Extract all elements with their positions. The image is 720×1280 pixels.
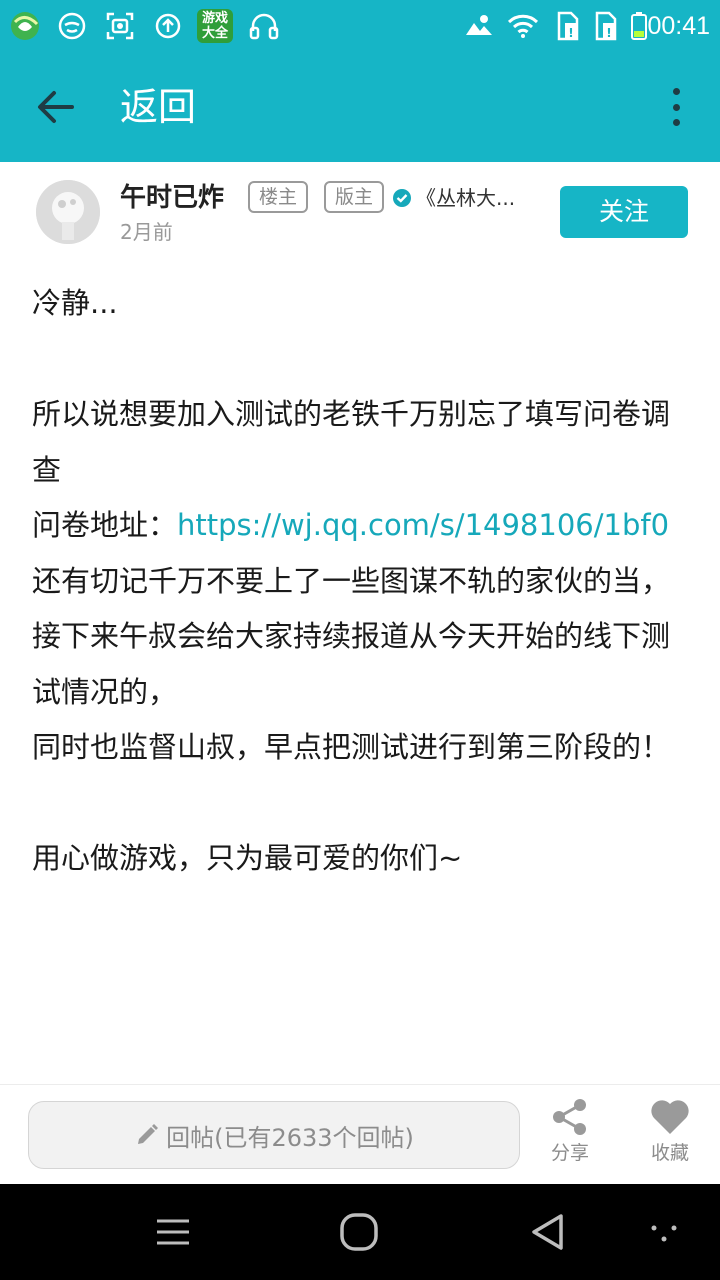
svg-text:!: ! <box>606 26 611 40</box>
upload-icon <box>152 10 184 42</box>
favorite-button[interactable]: 收藏 <box>630 1097 710 1177</box>
page-title[interactable]: 返回 <box>120 80 196 134</box>
heart-icon <box>651 1100 689 1134</box>
back-nav-button[interactable] <box>521 1206 573 1258</box>
game-center-label-2: 大全 <box>201 26 228 41</box>
status-time: 00:41 <box>647 12 710 40</box>
share-icon <box>553 1099 586 1135</box>
svg-text:!: ! <box>568 26 573 40</box>
dots-icon <box>651 1225 677 1242</box>
post-author-header: 午时已炸 楼主 版主 《丛林大... 2月前 关注 <box>0 162 720 262</box>
arrow-left-icon <box>38 91 74 123</box>
reply-placeholder: 回帖(已有2633个回帖) <box>166 1123 414 1152</box>
pencil-icon <box>134 1122 160 1148</box>
verified-icon <box>393 189 411 207</box>
follow-button[interactable]: 关注 <box>560 186 688 238</box>
survey-label: 问卷地址： <box>32 508 178 542</box>
home-nav-button[interactable] <box>333 1206 385 1258</box>
author-group: 《丛林大... <box>416 186 516 210</box>
triangle-back-icon <box>532 1214 563 1250</box>
reply-input[interactable]: 回帖(已有2633个回帖) <box>28 1101 520 1169</box>
favorite-label: 收藏 <box>650 1142 689 1164</box>
menu-icon <box>157 1219 189 1245</box>
screenshot-icon <box>104 10 136 42</box>
post-blank-line <box>32 332 692 388</box>
browser-icon <box>8 10 42 42</box>
post-paragraph: 问卷地址：https://wj.qq.com/s/1498106/1bf0 <box>32 498 692 554</box>
author-name[interactable]: 午时已炸 <box>120 180 224 216</box>
home-icon <box>340 1213 378 1251</box>
assist-nav-button[interactable] <box>638 1206 690 1258</box>
headphones-icon <box>246 10 282 42</box>
status-bar: 游戏 大全 ! ! 00:41 <box>0 0 720 52</box>
back-button[interactable] <box>26 78 86 136</box>
moderator-badge: 版主 <box>324 181 384 213</box>
share-label: 分享 <box>550 1142 589 1164</box>
owner-badge: 楼主 <box>248 181 308 213</box>
system-nav-bar <box>0 1184 720 1280</box>
game-center-icon: 游戏 大全 <box>196 9 234 43</box>
menu-nav-button[interactable] <box>147 1206 199 1258</box>
post-paragraph: 所以说想要加入测试的老铁千万别忘了填写问卷调查 <box>32 397 671 487</box>
share-button[interactable]: 分享 <box>530 1097 610 1177</box>
reply-bar: 回帖(已有2633个回帖) 分享 收藏 <box>0 1084 720 1184</box>
sim2-icon: ! <box>592 10 620 42</box>
post-line: 冷静... <box>32 286 118 320</box>
post-blank-line <box>32 776 692 832</box>
wifi-icon <box>506 10 540 42</box>
post-paragraph: 同时也监督山叔，早点把测试进行到第三阶段的！ <box>32 730 671 764</box>
post-time: 2月前 <box>120 220 173 244</box>
app-bar: 返回 <box>0 52 720 162</box>
more-button[interactable] <box>662 82 690 132</box>
game-center-label-1: 游戏 <box>201 11 228 26</box>
post-content: 冷静... 所以说想要加入测试的老铁千万别忘了填写问卷调查 问卷地址：https… <box>32 276 692 887</box>
avatar[interactable] <box>36 180 100 244</box>
weather-icon <box>464 10 494 42</box>
post-paragraph: 接下来午叔会给大家持续报道从今天开始的线下测试情况的， <box>32 619 671 709</box>
post-paragraph: 还有切记千万不要上了一些图谋不轨的家伙的当， <box>32 563 671 598</box>
survey-link[interactable]: https://wj.qq.com/s/1498106/1bf0 <box>177 508 669 542</box>
sim1-icon: ! <box>554 10 582 42</box>
post-paragraph: 用心做游戏，只为最可爱的你们~ <box>32 841 463 875</box>
face-mask-icon <box>56 10 88 42</box>
more-vertical-icon <box>672 88 680 95</box>
